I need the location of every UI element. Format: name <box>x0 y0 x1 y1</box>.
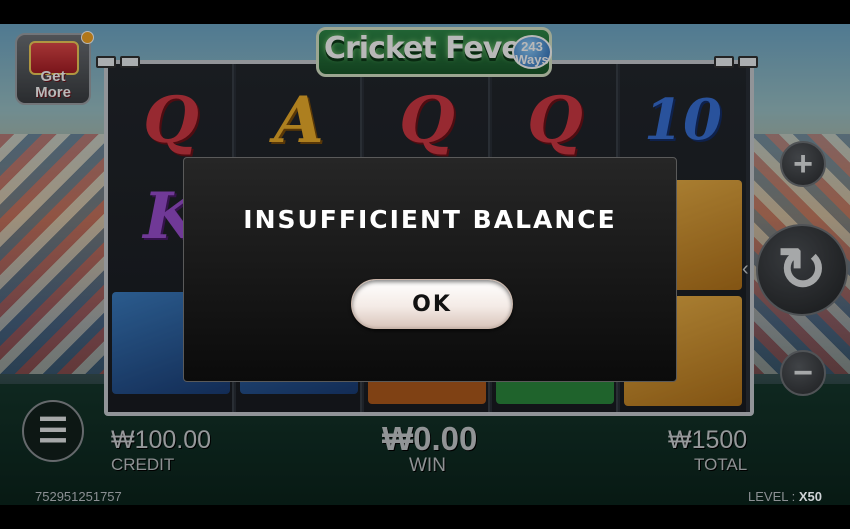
top-letterbox <box>0 0 850 24</box>
bottom-bar <box>0 505 850 529</box>
level-value: X50 <box>798 489 822 504</box>
ok-button[interactable]: OK <box>351 279 513 329</box>
dialog-message: INSUFFICIENT BALANCE <box>243 205 617 234</box>
round-id: 752951251757 <box>35 489 122 504</box>
level-indicator: LEVEL : X50 <box>748 489 822 504</box>
insufficient-balance-dialog: INSUFFICIENT BALANCE OK <box>183 157 677 382</box>
level-label: LEVEL : <box>748 489 796 504</box>
